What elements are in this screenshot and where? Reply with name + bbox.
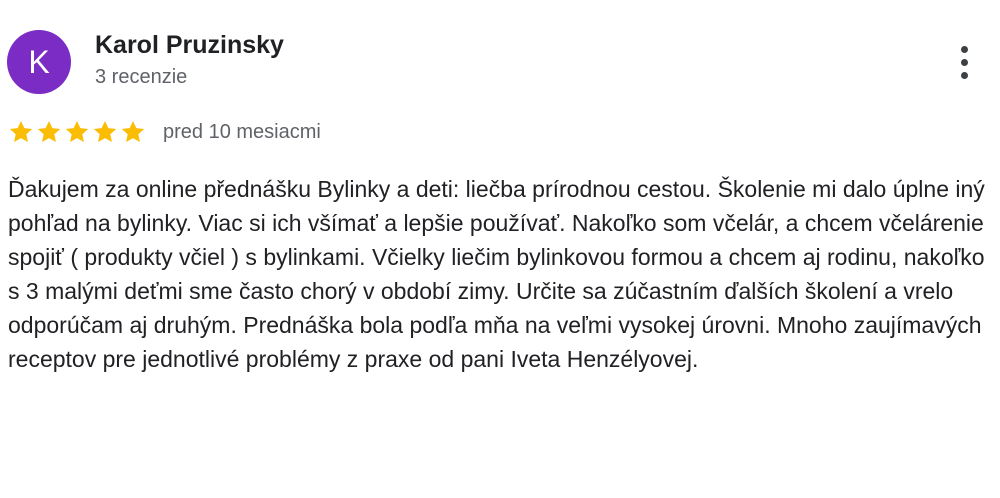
avatar-initial: K [28,43,50,80]
star-icon [121,120,145,142]
more-vert-icon [960,45,968,53]
review-date: pred 10 mesiacmi [163,120,321,143]
rating-row: pred 10 mesiacmi [8,117,321,147]
more-vert-icon [960,71,968,79]
star-icon [65,120,89,142]
more-options-button[interactable] [948,40,980,84]
author-name[interactable]: Karol Pruzinsky [95,31,284,60]
review-text: Ďakujem za online přednášku Bylinky a de… [8,176,985,372]
review-count: 3 recenzie [95,66,188,88]
star-icon [9,120,33,142]
review-card: K Karol Pruzinsky 3 recenzie pred 10 mes… [0,0,1000,498]
avatar[interactable]: K [7,30,71,94]
more-vert-icon [960,58,968,66]
star-icon [93,120,117,142]
star-icon [37,120,61,142]
star-rating [8,119,146,145]
